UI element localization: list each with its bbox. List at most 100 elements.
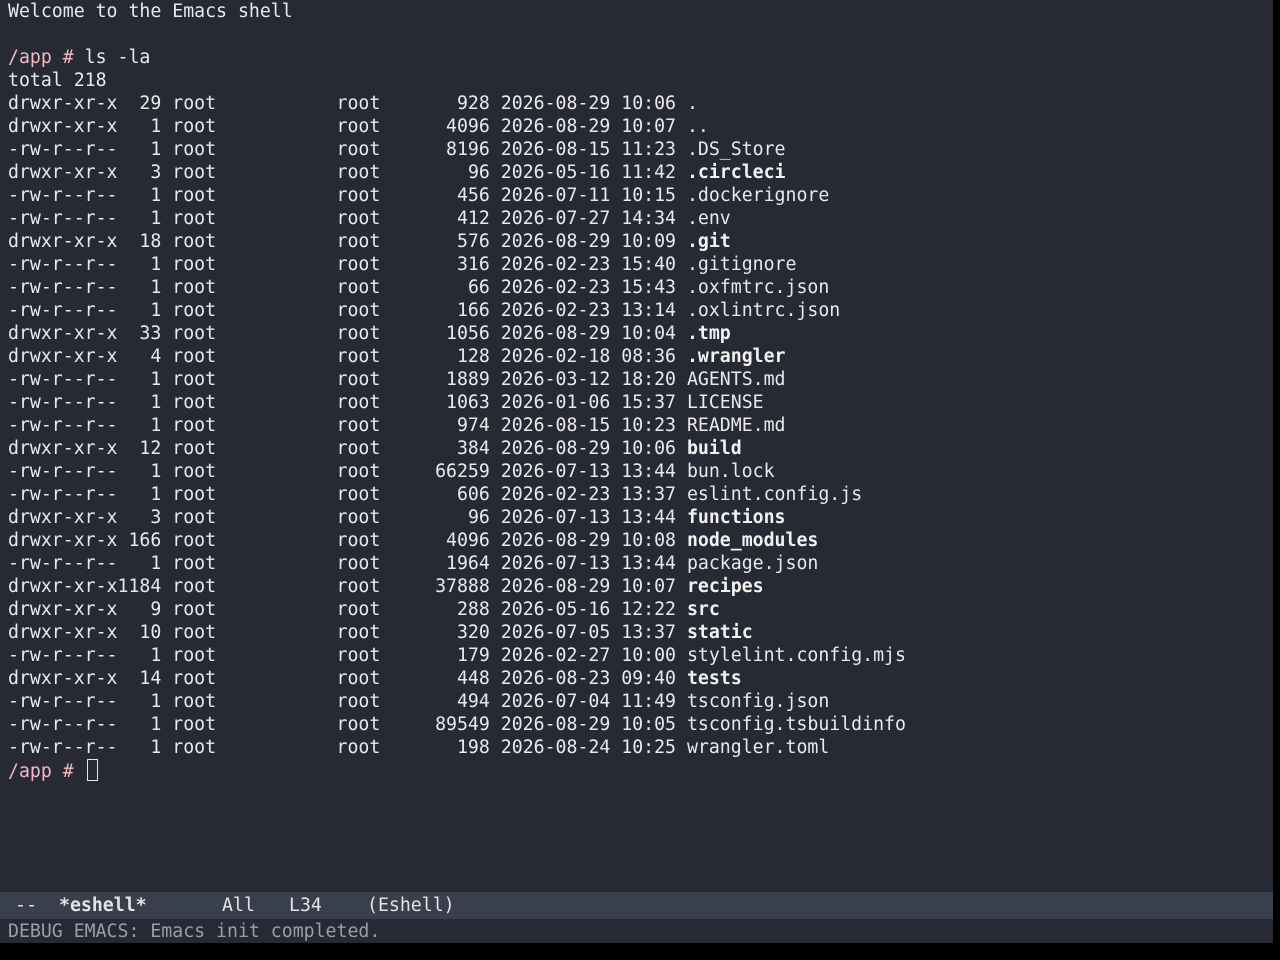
file-size: 288 (456, 599, 490, 620)
file-mode: -rw-r--r-- 1 (8, 415, 162, 436)
modeline-buffer-name[interactable]: *eshell* (59, 892, 147, 919)
file-size: 320 (456, 622, 490, 643)
file-size: 128 (456, 346, 490, 367)
modeline-position: All (222, 895, 255, 916)
file-owner: root (161, 415, 217, 436)
file-mode: drwxr-xr-x 3 (8, 162, 162, 183)
listing-row: -rw-r--r-- 1 root root 66259 2026-07-13 … (8, 460, 775, 483)
listing-row: drwxr-xr-x 29 root root 928 2026-08-29 1… (8, 92, 698, 115)
file-size: 198 (456, 737, 490, 758)
file-mode: -rw-r--r-- 1 (8, 185, 162, 206)
file-owner: root (161, 277, 217, 298)
file-mode: -rw-r--r-- 1 (8, 691, 162, 712)
file-group: root (336, 254, 381, 275)
file-mode: -rw-r--r-- 1 (8, 484, 162, 505)
file-owner: root (161, 438, 217, 459)
file-mode: drwxr-xr-x 12 (8, 438, 162, 459)
file-name: .dockerignore (686, 185, 830, 206)
file-mode: drwxr-xr-x 14 (8, 668, 162, 689)
file-name: functions (686, 507, 786, 528)
file-size: 179 (456, 645, 490, 666)
file-date: 2026-08-29 10:09 (500, 231, 676, 252)
mode-line: -- *eshell* All L34 (Eshell) (0, 892, 1273, 919)
file-owner: root (161, 93, 217, 114)
eshell-buffer[interactable]: Welcome to the Emacs shell /app # ls -la… (0, 0, 1273, 892)
listing-row: drwxr-xr-x 3 root root 96 2026-05-16 11:… (8, 161, 786, 184)
file-size: 89549 (435, 714, 490, 735)
file-size: 4096 (446, 530, 490, 551)
file-mode: -rw-r--r-- 1 (8, 300, 162, 321)
listing-row: drwxr-xr-x 33 root root 1056 2026-08-29 … (8, 322, 731, 345)
file-owner: root (161, 576, 217, 597)
file-group: root (336, 93, 381, 114)
file-size: 1056 (446, 323, 490, 344)
listing-row: drwxr-xr-x 9 root root 288 2026-05-16 12… (8, 598, 720, 621)
file-size: 66259 (435, 461, 490, 482)
file-owner: root (161, 668, 217, 689)
file-owner: root (161, 323, 217, 344)
command-line: /app # ls -la (8, 46, 150, 69)
file-name: README.md (686, 415, 786, 436)
minibuffer-message: DEBUG EMACS: Emacs init completed. (8, 921, 381, 942)
file-name: .. (686, 116, 709, 137)
listing-row: -rw-r--r-- 1 root root 494 2026-07-04 11… (8, 690, 829, 713)
modeline-line-number: L34 (289, 895, 322, 916)
file-date: 2026-01-06 15:37 (500, 392, 676, 413)
listing-row: -rw-r--r-- 1 root root 606 2026-02-23 13… (8, 483, 862, 506)
modeline-major-mode[interactable]: (Eshell) (367, 892, 455, 919)
file-name: eslint.config.js (686, 484, 863, 505)
active-prompt-line[interactable]: /app # (8, 759, 98, 782)
file-name: bun.lock (686, 461, 775, 482)
file-owner: root (161, 300, 217, 321)
file-name: tsconfig.tsbuildinfo (686, 714, 906, 735)
file-group: root (336, 507, 381, 528)
total-line: total 218 (8, 70, 107, 91)
file-group: root (336, 599, 381, 620)
file-date: 2026-08-29 10:04 (500, 323, 676, 344)
file-group: root (336, 346, 381, 367)
file-owner: root (161, 139, 217, 160)
file-group: root (336, 737, 381, 758)
listing-row: drwxr-xr-x 12 root root 384 2026-08-29 1… (8, 437, 742, 460)
file-size: 96 (467, 507, 490, 528)
file-size: 8196 (446, 139, 490, 160)
minibuffer[interactable]: DEBUG EMACS: Emacs init completed. (0, 920, 1273, 943)
file-mode: -rw-r--r-- 1 (8, 369, 162, 390)
file-owner: root (161, 507, 217, 528)
file-owner: root (161, 691, 217, 712)
file-date: 2026-07-13 13:44 (500, 461, 676, 482)
file-date: 2026-08-29 10:06 (500, 93, 676, 114)
file-size: 1964 (446, 553, 490, 574)
file-mode: drwxr-xr-x 166 (8, 530, 162, 551)
file-name: package.json (686, 553, 819, 574)
listing-row: drwxr-xr-x 1 root root 4096 2026-08-29 1… (8, 115, 709, 138)
file-group: root (336, 622, 381, 643)
file-date: 2026-08-29 10:07 (500, 576, 676, 597)
file-size: 576 (456, 231, 490, 252)
file-size: 384 (456, 438, 490, 459)
file-size: 166 (456, 300, 490, 321)
listing-row: -rw-r--r-- 1 root root 456 2026-07-11 10… (8, 184, 829, 207)
file-date: 2026-08-23 09:40 (500, 668, 676, 689)
file-mode: drwxr-xr-x 3 (8, 507, 162, 528)
file-name: .git (686, 231, 731, 252)
file-size: 974 (456, 415, 490, 436)
file-group: root (336, 530, 381, 551)
file-name: .DS_Store (686, 139, 786, 160)
file-mode: drwxr-xr-x 1 (8, 116, 162, 137)
file-name: . (686, 93, 698, 114)
file-group: root (336, 415, 381, 436)
file-name: .tmp (686, 323, 731, 344)
file-size: 928 (456, 93, 490, 114)
file-date: 2026-05-16 12:22 (500, 599, 676, 620)
listing-row: -rw-r--r-- 1 root root 316 2026-02-23 15… (8, 253, 796, 276)
file-date: 2026-07-05 13:37 (500, 622, 676, 643)
file-name: src (686, 599, 720, 620)
file-name: recipes (686, 576, 764, 597)
file-mode: -rw-r--r-- 1 (8, 461, 162, 482)
file-size: 37888 (435, 576, 490, 597)
file-name: LICENSE (686, 392, 764, 413)
file-mode: -rw-r--r-- 1 (8, 392, 162, 413)
file-group: root (336, 461, 381, 482)
file-group: root (336, 668, 381, 689)
